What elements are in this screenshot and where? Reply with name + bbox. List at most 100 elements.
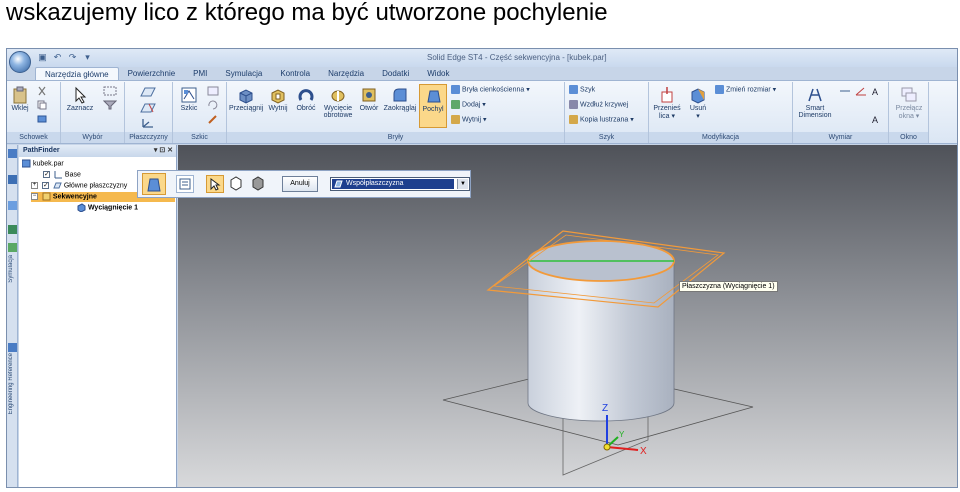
plane-icon[interactable] [139, 86, 157, 98]
select-face-step-icon[interactable] [206, 175, 224, 193]
tab-narzedzia-glowne[interactable]: Narzędzia główne [35, 67, 119, 81]
move-faces-button[interactable]: Przenieś lica ▾ [651, 86, 683, 120]
side-tab-symulacja[interactable]: Symulacja [8, 255, 17, 283]
revolved-cut-button[interactable]: Wycięcie obrotowe [321, 86, 355, 119]
format-icon[interactable] [37, 114, 47, 124]
thin-wall-button[interactable]: Bryła cienkościenna ▾ [451, 85, 530, 94]
plane-option-dropdown[interactable]: Współpłaszczyzna ▼ [330, 177, 470, 191]
along-curve-button[interactable]: Wzdłuż krzywej [569, 100, 628, 109]
cancel-button[interactable]: Anuluj [282, 176, 318, 192]
group-wymiar: Smart Dimension A A Wymiar [793, 82, 889, 143]
draft-label: Pochyl [422, 106, 444, 113]
sketch-icon [181, 87, 197, 103]
group-label-plaszczyzny: Płaszczyzny [125, 132, 172, 143]
top-face[interactable] [527, 240, 675, 282]
pathfinder-header: PathFinder ▾ ⊡ ✕ [19, 145, 176, 157]
add-button[interactable]: Dodaj ▾ [451, 100, 486, 109]
round-button[interactable]: Zaokrąglaj [383, 86, 417, 112]
pattern-button[interactable]: Szyk [569, 85, 595, 94]
select-button[interactable]: Zaznacz [65, 86, 95, 112]
tree-item-reference-planes[interactable]: + Główne płaszczyzny [31, 181, 127, 191]
group-okno: Przełącz okna ▾ Okno [889, 82, 929, 143]
side-tab-engineering-reference[interactable]: Engineering Reference [8, 353, 17, 414]
plane-option-value: Współpłaszczyzna [332, 179, 454, 189]
coordinate-icon[interactable] [139, 117, 157, 129]
draft-button[interactable]: Pochyl [419, 84, 447, 128]
tree-item-kubek[interactable]: kubek.par [21, 159, 64, 169]
hole-button[interactable]: Otwór [357, 86, 381, 112]
base-checkbox[interactable] [43, 170, 50, 180]
tab-powierzchnie[interactable]: Powierzchnie [119, 67, 185, 81]
tab-symulacja[interactable]: Symulacja [216, 67, 271, 81]
layers-tab-icon[interactable] [8, 201, 17, 210]
tree-label-extrude-1: Wyciągnięcie 1 [87, 204, 139, 212]
delete-button[interactable]: Usuń ▾ [685, 86, 711, 120]
cut-small-button[interactable]: Wytnij ▾ [451, 115, 486, 124]
pathfinder-tab-icon[interactable] [8, 149, 17, 158]
pathfinder-controls[interactable]: ▾ ⊡ ✕ [154, 146, 173, 154]
sketch-small-icon[interactable] [207, 86, 219, 96]
dropdown-arrow-icon[interactable]: ▼ [457, 179, 468, 189]
planes-checkbox[interactable] [41, 181, 49, 191]
ribbon-tabs: Narzędzia główne Powierzchnie PMI Symula… [35, 67, 458, 81]
cut-icon[interactable] [37, 86, 47, 96]
hole-icon [362, 88, 376, 102]
extrude-button[interactable]: Przeciągnij [229, 86, 263, 112]
copy-icon[interactable] [37, 100, 47, 110]
tab-pmi[interactable]: PMI [184, 67, 216, 81]
cut-button[interactable]: Wytnij [265, 86, 291, 112]
face-icon[interactable] [228, 175, 246, 193]
resize-button[interactable]: Zmień rozmiar ▾ [715, 85, 776, 94]
group-schowek: Wklej Schowek [7, 82, 61, 143]
dropdown-icon[interactable]: ▾ [82, 52, 93, 63]
mirror-button[interactable]: Kopia lustrzana ▾ [569, 115, 634, 124]
text-icon[interactable]: A [871, 114, 883, 124]
tab-kontrola[interactable]: Kontrola [271, 67, 319, 81]
tab-narzedzia[interactable]: Narzędzia [319, 67, 373, 81]
dimension-small-icon[interactable] [839, 86, 851, 96]
smart-dimension-label-1: Smart [805, 105, 825, 112]
switch-window-label-2: okna [898, 113, 914, 120]
select-box-icon[interactable] [103, 86, 117, 96]
save-icon[interactable]: ▣ [37, 52, 48, 63]
draft-icon [427, 90, 441, 103]
pen-icon[interactable] [207, 114, 219, 124]
expand-icon[interactable]: + [31, 182, 38, 189]
sketch-button[interactable]: Szkic [175, 86, 203, 112]
redo-icon[interactable]: ↷ [67, 52, 78, 63]
options-icon[interactable] [176, 175, 194, 193]
revolved-cut-label-1: Wycięcie [324, 105, 352, 112]
plane-angle-icon[interactable] [139, 102, 157, 114]
shaded-icon[interactable] [250, 175, 268, 193]
paste-button[interactable]: Wklej [9, 86, 31, 112]
cylinder-body[interactable] [527, 260, 675, 422]
cut-small-label: Wytnij [462, 116, 481, 124]
annotation-icon[interactable]: A [871, 86, 883, 96]
application-button[interactable] [9, 51, 31, 73]
switch-window-icon [901, 87, 917, 102]
add-icon [451, 100, 460, 109]
draft-step-icon[interactable] [142, 173, 166, 195]
engineering-reference-icon[interactable] [8, 343, 17, 352]
title-bar: ▣ ↶ ↷ ▾ Solid Edge ST4 - Część sekwencyj… [7, 49, 957, 67]
angle-dim-icon[interactable] [855, 86, 867, 96]
tab-widok[interactable]: Widok [418, 67, 458, 81]
teamcenter-tab-icon[interactable] [8, 225, 17, 234]
collapse-icon[interactable]: − [31, 193, 38, 200]
refresh-icon[interactable] [207, 100, 219, 110]
tab-dodatki[interactable]: Dodatki [373, 67, 418, 81]
undo-icon[interactable]: ↶ [52, 52, 63, 63]
tree-item-base[interactable]: Base [43, 170, 81, 180]
library-tab-icon[interactable] [8, 175, 17, 184]
smart-dimension-label-2: Dimension [798, 112, 832, 119]
tree-item-extrude-1[interactable]: Wyciągnięcie 1 [77, 203, 138, 213]
mirror-icon [569, 115, 578, 124]
smart-dimension-button[interactable]: Smart Dimension [795, 86, 835, 119]
planes-icon [53, 182, 62, 189]
revolve-label: Obróć [296, 105, 316, 112]
simulation-tab-icon[interactable] [8, 243, 17, 252]
revolve-button[interactable]: Obróć [293, 86, 319, 112]
switch-window-button[interactable]: Przełącz okna ▾ [891, 86, 927, 120]
filter-icon[interactable] [103, 100, 117, 110]
revolved-cut-label-2: obrotowe [323, 112, 353, 119]
